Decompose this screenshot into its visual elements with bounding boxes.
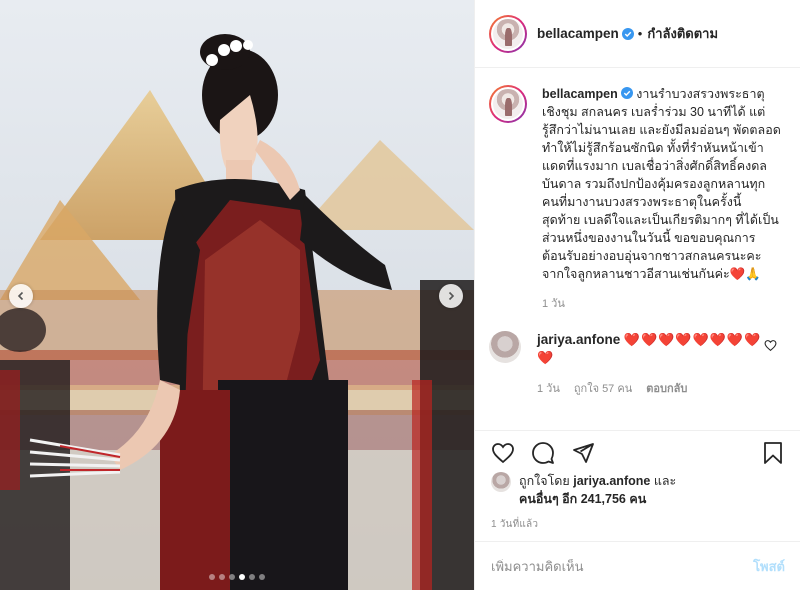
commenter-username[interactable]: jariya.anfone [537, 332, 620, 347]
action-bar [475, 430, 800, 474]
chevron-left-icon [17, 291, 24, 301]
add-comment-bar: โพสต์ [475, 541, 800, 590]
reply-button[interactable]: ตอบกลับ [646, 379, 687, 397]
caption-avatar[interactable] [489, 85, 527, 123]
author-avatar[interactable] [489, 14, 527, 53]
post-photo[interactable] [0, 0, 474, 590]
caption-emoji: ❤️🙏 [729, 267, 761, 281]
post-header: bellacampen • กำลังติดตาม [475, 0, 800, 68]
post-comment-button[interactable]: โพสต์ [753, 556, 785, 577]
likes-prefix: ถูกใจโดย [519, 474, 570, 488]
share-icon [573, 442, 594, 463]
carousel-next-button[interactable] [439, 284, 463, 308]
liker-avatar[interactable] [491, 472, 511, 492]
post-sidebar: bellacampen • กำลังติดตาม bellacampen งา… [474, 0, 800, 590]
author-username[interactable]: bellacampen [537, 26, 619, 41]
caption-username[interactable]: bellacampen [542, 87, 618, 101]
verified-badge-icon [620, 87, 633, 99]
carousel-dot [249, 574, 255, 580]
post-timestamp[interactable]: 1 วันที่แล้ว [491, 517, 538, 532]
comment-time[interactable]: 1 วัน [537, 379, 560, 397]
liker-username[interactable]: jariya.anfone [573, 474, 650, 488]
photo-image [0, 0, 474, 590]
like-button[interactable] [491, 441, 515, 465]
likes-summary: ถูกใจโดย jariya.anfone และ คนอื่นๆ อีก 2… [491, 472, 676, 508]
commenter-avatar[interactable] [489, 331, 521, 363]
likes-suffix: และ [653, 474, 677, 488]
save-button[interactable] [761, 441, 785, 465]
following-button[interactable]: กำลังติดตาม [647, 23, 718, 44]
comment-icon [532, 441, 554, 464]
carousel-prev-button[interactable] [9, 284, 33, 308]
carousel-dot [209, 574, 215, 580]
likes-count[interactable]: คนอื่นๆ อีก 241,756 คน [519, 492, 646, 506]
comment-meta: 1 วัน ถูกใจ 57 คน ตอบกลับ [537, 379, 787, 397]
comment-likes[interactable]: ถูกใจ 57 คน [574, 379, 632, 397]
comment-button[interactable] [531, 441, 555, 465]
carousel-dot [259, 574, 265, 580]
verified-badge-icon [621, 27, 634, 40]
share-button[interactable] [571, 441, 595, 465]
carousel-dot [239, 574, 245, 580]
comments-area[interactable]: bellacampen งานรำบวงสรวงพระธาตุเชิงชุม ส… [475, 69, 800, 429]
bookmark-icon [764, 441, 782, 464]
header-separator: • [637, 26, 643, 41]
carousel-dot [229, 574, 235, 580]
comment-input[interactable] [491, 558, 754, 574]
caption-time: 1 วัน [542, 298, 565, 310]
caption-text: งานรำบวงสรวงพระธาตุเชิงชุม สกลนคร เบลร่ำ… [542, 87, 781, 281]
comment: jariya.anfone ❤️❤️❤️❤️❤️❤️❤️❤️❤️ [489, 331, 787, 367]
caption: bellacampen งานรำบวงสรวงพระธาตุเชิงชุม ส… [489, 85, 787, 313]
heart-icon [492, 442, 514, 463]
comment-like-heart-icon[interactable] [764, 339, 777, 352]
carousel-dots [0, 574, 474, 580]
chevron-right-icon [448, 291, 455, 301]
carousel-dot [219, 574, 225, 580]
